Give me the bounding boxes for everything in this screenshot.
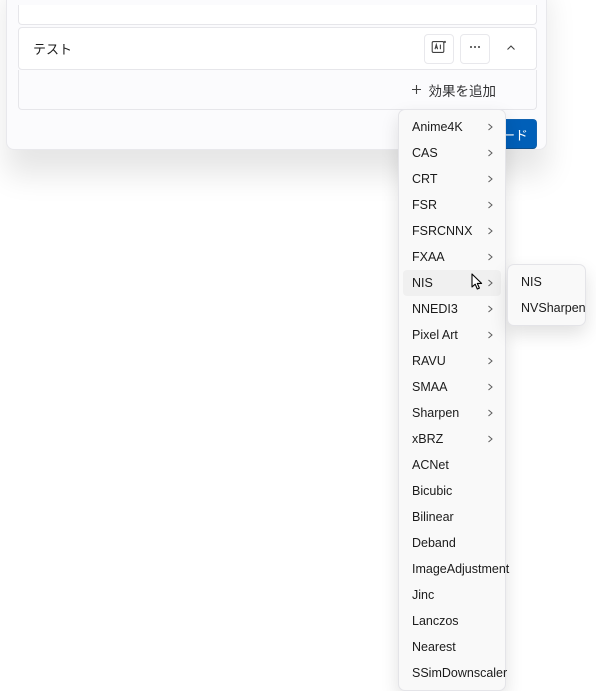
menu-item-label: Pixel Art bbox=[412, 328, 483, 342]
chevron-right-icon bbox=[483, 200, 497, 210]
menu-item-label: Deband bbox=[412, 536, 497, 550]
previous-row-fragment bbox=[18, 5, 537, 25]
menu-item[interactable]: SSimDownscaler bbox=[403, 660, 501, 686]
menu-item[interactable]: FSRCNNX bbox=[403, 218, 501, 244]
menu-item[interactable]: Jinc bbox=[403, 582, 501, 608]
menu-item-label: Anime4K bbox=[412, 120, 483, 134]
menu-item-label: FSRCNNX bbox=[412, 224, 483, 238]
chevron-right-icon bbox=[483, 382, 497, 392]
chevron-right-icon bbox=[483, 408, 497, 418]
menu-item[interactable]: FXAA bbox=[403, 244, 501, 270]
more-button[interactable] bbox=[460, 34, 490, 64]
submenu-item[interactable]: NIS bbox=[512, 269, 581, 295]
menu-item[interactable]: Deband bbox=[403, 530, 501, 556]
menu-item-label: CAS bbox=[412, 146, 483, 160]
menu-item[interactable]: ImageAdjustment bbox=[403, 556, 501, 582]
submenu-item-label: NIS bbox=[521, 275, 577, 289]
add-effect-label: 効果を追加 bbox=[429, 80, 497, 100]
menu-item-label: SMAA bbox=[412, 380, 483, 394]
menu-item-label: Nearest bbox=[412, 640, 497, 654]
chevron-right-icon bbox=[483, 252, 497, 262]
menu-item-label: ImageAdjustment bbox=[412, 562, 509, 576]
menu-item[interactable]: xBRZ bbox=[403, 426, 501, 452]
submenu-item[interactable]: NVSharpen bbox=[512, 295, 581, 321]
menu-item-label: ACNet bbox=[412, 458, 497, 472]
collapse-button[interactable] bbox=[496, 34, 526, 64]
menu-item[interactable]: NIS bbox=[403, 270, 501, 296]
chevron-right-icon bbox=[483, 278, 497, 288]
chevron-right-icon bbox=[483, 304, 497, 314]
menu-item-label: CRT bbox=[412, 172, 483, 186]
menu-item[interactable]: ACNet bbox=[403, 452, 501, 478]
menu-item[interactable]: Nearest bbox=[403, 634, 501, 660]
effects-menu: Anime4K CAS CRT FSR FSRCNNX FXAA NIS NNEDI3 Pixe… bbox=[398, 109, 506, 691]
menu-item[interactable]: Anime4K bbox=[403, 114, 501, 140]
menu-item[interactable]: CAS bbox=[403, 140, 501, 166]
menu-item[interactable]: Bicubic bbox=[403, 478, 501, 504]
chevron-right-icon bbox=[483, 174, 497, 184]
menu-item-label: RAVU bbox=[412, 354, 483, 368]
chevron-right-icon bbox=[483, 226, 497, 236]
menu-item-label: Bicubic bbox=[412, 484, 497, 498]
effects-submenu: NIS NVSharpen bbox=[507, 264, 586, 326]
effect-row-title: テスト bbox=[33, 39, 424, 58]
chevron-right-icon bbox=[483, 148, 497, 158]
menu-item-label: Lanczos bbox=[412, 614, 497, 628]
menu-item[interactable]: SMAA bbox=[403, 374, 501, 400]
menu-item-label: FXAA bbox=[412, 250, 483, 264]
chevron-right-icon bbox=[483, 434, 497, 444]
menu-item-label: NNEDI3 bbox=[412, 302, 483, 316]
menu-item[interactable]: FSR bbox=[403, 192, 501, 218]
menu-item[interactable]: Lanczos bbox=[403, 608, 501, 634]
menu-item[interactable]: CRT bbox=[403, 166, 501, 192]
menu-item-label: Sharpen bbox=[412, 406, 483, 420]
plus-icon bbox=[410, 83, 423, 96]
ai-button[interactable] bbox=[424, 34, 454, 64]
chevron-up-icon bbox=[505, 41, 517, 57]
effect-row[interactable]: テスト bbox=[18, 27, 537, 70]
menu-item[interactable]: Sharpen bbox=[403, 400, 501, 426]
chevron-right-icon bbox=[483, 330, 497, 340]
menu-item-label: SSimDownscaler bbox=[412, 666, 507, 680]
menu-item-label: xBRZ bbox=[412, 432, 483, 446]
menu-item-label: FSR bbox=[412, 198, 483, 212]
menu-item-label: NIS bbox=[412, 276, 483, 290]
menu-item-label: Bilinear bbox=[412, 510, 497, 524]
ai-icon bbox=[431, 39, 447, 58]
chevron-right-icon bbox=[483, 122, 497, 132]
menu-item-label: Jinc bbox=[412, 588, 497, 602]
submenu-item-label: NVSharpen bbox=[521, 301, 586, 315]
menu-item[interactable]: Pixel Art bbox=[403, 322, 501, 348]
menu-item[interactable]: RAVU bbox=[403, 348, 501, 374]
chevron-right-icon bbox=[483, 356, 497, 366]
menu-item[interactable]: Bilinear bbox=[403, 504, 501, 530]
menu-item[interactable]: NNEDI3 bbox=[403, 296, 501, 322]
more-icon bbox=[467, 39, 483, 58]
add-effect-button[interactable]: 効果を追加 bbox=[18, 70, 537, 110]
